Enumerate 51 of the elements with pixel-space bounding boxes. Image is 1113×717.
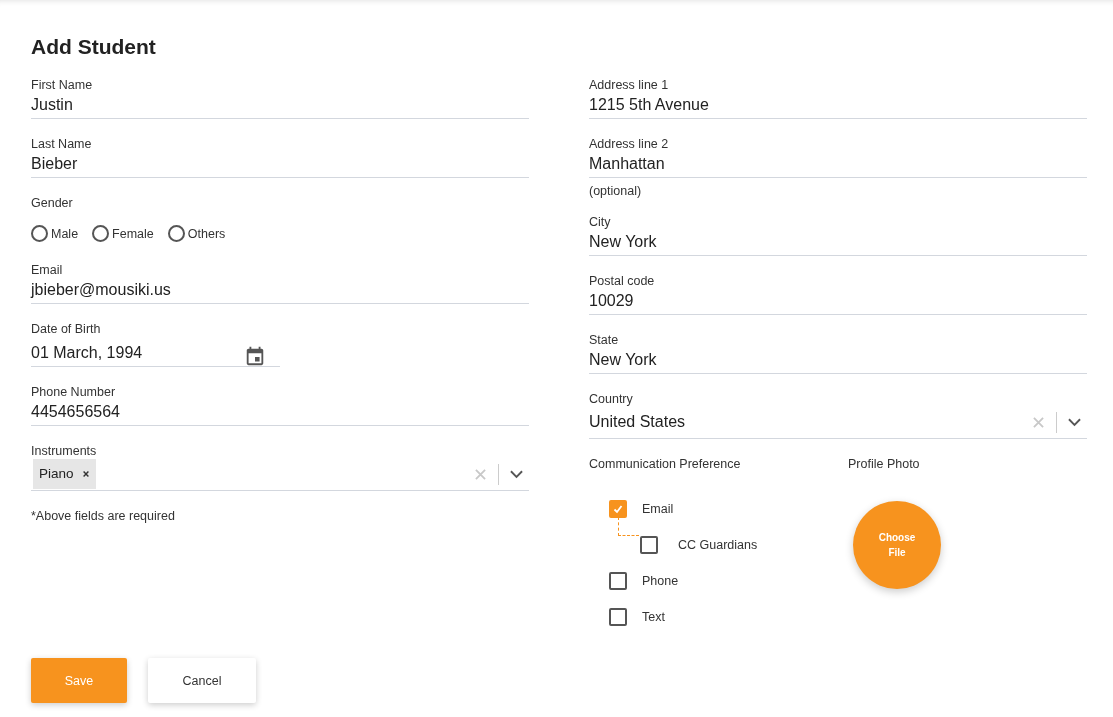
radio-label[interactable]: Others	[187, 225, 226, 242]
text-field[interactable]: jbieber@mousiki.us	[31, 278, 529, 304]
remove-icon[interactable]	[81, 470, 90, 478]
field-label: First Name	[31, 77, 94, 93]
tag-chip[interactable]: Piano	[33, 459, 96, 489]
chevron-down-icon[interactable]	[1068, 417, 1081, 427]
field-label: Postal code	[589, 273, 656, 289]
text-field[interactable]: New York	[589, 348, 1087, 374]
field-label: Address line 1	[589, 77, 670, 93]
text-field[interactable]: 1215 5th Avenue	[589, 93, 1087, 119]
checkbox-label[interactable]: Phone	[642, 574, 679, 588]
cancel-button[interactable]: Cancel	[148, 658, 256, 703]
checkbox[interactable]	[609, 608, 627, 626]
text-field[interactable]: 10029	[589, 289, 1087, 315]
required-note: *Above fields are required	[31, 508, 176, 524]
chevron-down-icon[interactable]	[510, 469, 523, 479]
field-label: State	[589, 332, 620, 348]
calendar-icon[interactable]	[244, 345, 266, 367]
text-field[interactable]: New York	[589, 230, 1087, 256]
checkmark-icon	[612, 503, 624, 515]
checkbox[interactable]	[609, 500, 627, 518]
field-label: Email	[31, 262, 64, 278]
select-field[interactable]: United States	[589, 407, 1087, 439]
field-hint: (optional)	[589, 183, 643, 199]
radio-button[interactable]	[92, 225, 110, 242]
form-title: Add Student	[31, 34, 157, 60]
field-label: City	[589, 214, 612, 230]
text-field[interactable]: Manhattan	[589, 152, 1087, 178]
radio-label[interactable]: Female	[112, 225, 154, 242]
text-field[interactable]: Justin	[31, 93, 529, 119]
field-label: Communication Preference	[589, 456, 742, 472]
text-field[interactable]: 4454656564	[31, 400, 529, 426]
radio-button[interactable]	[167, 225, 185, 242]
field-label: Last Name	[31, 136, 93, 152]
radio-label[interactable]: Male	[51, 225, 79, 242]
text-field[interactable]: Bieber	[31, 152, 529, 178]
connector-line	[618, 517, 639, 536]
field-label: Phone Number	[31, 384, 117, 400]
field-label: Address line 2	[589, 136, 670, 152]
field-label: Date of Birth	[31, 321, 102, 337]
field-label: Country	[589, 391, 634, 407]
field-label: Profile Photo	[848, 456, 921, 472]
checkbox-label[interactable]: CC Guardians	[678, 538, 758, 552]
checkbox-label[interactable]: Email	[642, 502, 674, 516]
checkbox[interactable]	[640, 536, 658, 554]
checkbox[interactable]	[609, 572, 627, 590]
field-label: Gender	[31, 195, 74, 211]
multi-select-field[interactable]: Piano	[31, 459, 529, 491]
radio-button[interactable]	[31, 225, 48, 242]
checkbox-label[interactable]: Text	[642, 610, 665, 624]
field-label: Instruments	[31, 443, 98, 459]
